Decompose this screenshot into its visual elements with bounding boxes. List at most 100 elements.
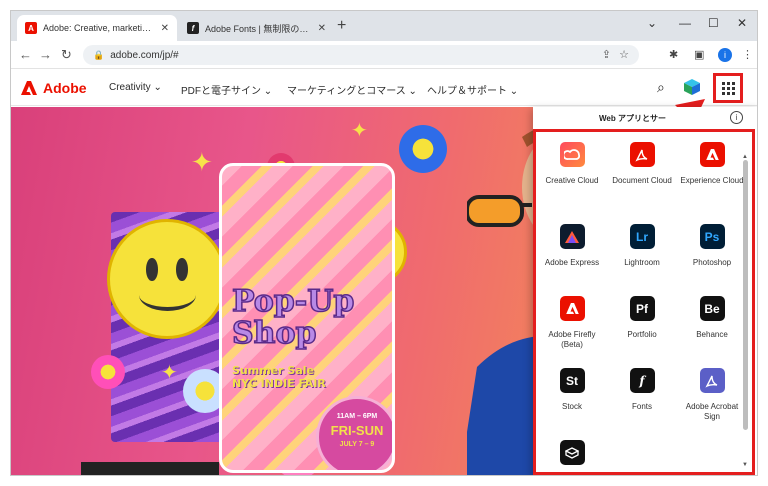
app-switcher-button[interactable] xyxy=(713,73,743,103)
app-label: Fonts xyxy=(631,402,652,411)
app-label: Adobe Firefly (Beta) xyxy=(548,330,596,349)
acrobat-sign-icon xyxy=(699,368,725,393)
apps-panel-heading: Web アプリとサー xyxy=(599,114,666,123)
box-icon xyxy=(559,440,585,465)
search-icon[interactable]: ⌕ xyxy=(657,79,665,96)
creative-cloud-icon xyxy=(559,142,585,167)
forward-arrow-icon[interactable]: → xyxy=(39,47,52,62)
hero-subtitle: Summer Sale NYC INDIE FAIR xyxy=(232,364,326,390)
tab-adobe[interactable]: A Adobe: Creative, marketing and ✕ xyxy=(17,15,177,41)
apps-grid: Creative Cloud Document Cloud Experience… xyxy=(533,129,755,475)
tab-title: Adobe Fonts | 無制限のフォントを無 xyxy=(205,23,312,34)
share-icon[interactable]: ⇪ xyxy=(602,48,611,61)
app-document-cloud[interactable]: Document Cloud xyxy=(606,142,678,186)
adobe-header: Adobe Creativity ⌄ PDFと電子サイン ⌄ マーケティングとコ… xyxy=(11,70,757,106)
app-portfolio[interactable]: Pf Portfolio xyxy=(606,296,678,340)
panel-scrollbar[interactable] xyxy=(743,160,748,430)
app-acrobat-sign[interactable]: Adobe Acrobat Sign xyxy=(676,368,748,422)
nav-help-support[interactable]: ヘルプ＆サポート ⌄ xyxy=(427,82,518,97)
minimize-button[interactable]: — xyxy=(679,16,691,30)
reload-icon[interactable]: ↻ xyxy=(61,47,72,63)
document-cloud-icon xyxy=(629,142,655,167)
app-adobe-express[interactable]: Adobe Express xyxy=(536,224,608,268)
nav-creativity[interactable]: Creativity ⌄ xyxy=(109,82,162,93)
profile-avatar[interactable]: i xyxy=(718,48,732,62)
browser-toolbar: ← → ↻ 🔒 adobe.com/jp/# ⇪ ☆ ✱ ▣ i ⋮ xyxy=(11,41,757,69)
app-label: Document Cloud xyxy=(612,176,672,185)
event-time-badge: 11AM – 6PM FRI-SUN JULY 7 – 9 xyxy=(316,396,392,470)
portfolio-icon: Pf xyxy=(629,296,655,321)
lock-icon: 🔒 xyxy=(93,49,105,60)
app-label: Lightroom xyxy=(624,258,660,267)
hero-title: Pop-Up Shop xyxy=(231,284,355,351)
behance-icon: Be xyxy=(699,296,725,321)
app-photoshop[interactable]: Ps Photoshop xyxy=(676,224,748,268)
tab-title: Adobe: Creative, marketing and xyxy=(43,23,155,33)
app-behance[interactable]: Be Behance xyxy=(676,296,748,340)
pop-up-shop-card: Pop-Up Shop Summer Sale NYC INDIE FAIR 1… xyxy=(219,163,395,473)
app-label: Adobe Acrobat Sign xyxy=(685,402,739,421)
filmstrip-graphic xyxy=(81,462,219,475)
brand-name: Adobe xyxy=(43,80,87,96)
event-days: FRI-SUN xyxy=(330,423,384,438)
close-tab-icon[interactable]: ✕ xyxy=(161,23,169,34)
app-label: Creative Cloud xyxy=(545,176,599,185)
adobe-logo-icon xyxy=(21,81,37,95)
apps-panel: Web アプリとサー i Creative Cloud Document Clo… xyxy=(533,107,757,475)
experience-cloud-icon xyxy=(699,142,725,167)
fonts-icon: f xyxy=(629,368,655,393)
url-text: adobe.com/jp/# xyxy=(110,49,179,61)
lightroom-icon: Lr xyxy=(629,224,655,249)
adobe-logo[interactable]: Adobe xyxy=(21,80,87,96)
app-stock[interactable]: St Stock xyxy=(536,368,608,412)
tab-adobe-fonts[interactable]: f Adobe Fonts | 無制限のフォントを無 ✕ xyxy=(179,15,334,41)
maximize-button[interactable]: ☐ xyxy=(708,16,719,30)
hero-subtitle-line2: NYC INDIE FAIR xyxy=(232,377,326,390)
adobe-firefly-icon xyxy=(559,296,585,321)
adobe-fonts-favicon: f xyxy=(187,22,199,34)
stock-icon: St xyxy=(559,368,585,393)
photoshop-icon: Ps xyxy=(699,224,725,249)
grid-icon xyxy=(721,81,735,95)
side-panel-icon[interactable]: ▣ xyxy=(694,48,704,61)
hero-subtitle-line1: Summer Sale xyxy=(232,364,314,377)
adobe-express-icon xyxy=(559,224,585,249)
sparkle-graphic: ✦ xyxy=(161,362,178,384)
tab-search-chevron-icon[interactable]: ⌄ xyxy=(647,16,657,30)
adobe-favicon: A xyxy=(25,22,37,34)
app-label: Behance xyxy=(696,330,728,339)
event-time: 11AM – 6PM xyxy=(336,413,378,420)
app-fonts[interactable]: f Fonts xyxy=(606,368,678,412)
app-adobe-firefly[interactable]: Adobe Firefly (Beta) xyxy=(536,296,608,350)
experience-cube-icon[interactable] xyxy=(683,78,701,96)
extensions-puzzle-icon[interactable]: ✱ xyxy=(669,48,678,61)
sparkle-graphic: ✦ xyxy=(351,120,368,142)
app-label: Experience Cloud xyxy=(680,176,744,185)
sparkle-graphic: ✦ xyxy=(191,147,213,177)
info-icon[interactable]: i xyxy=(730,111,743,124)
new-tab-button[interactable]: + xyxy=(337,17,346,35)
blue-flower-graphic xyxy=(399,125,447,173)
app-box[interactable] xyxy=(536,440,608,465)
back-arrow-icon[interactable]: ← xyxy=(19,47,32,62)
app-label: Photoshop xyxy=(692,258,732,267)
pink-flower-graphic xyxy=(91,355,125,389)
kebab-menu-icon[interactable]: ⋮ xyxy=(742,48,753,61)
app-label: Adobe Express xyxy=(544,258,600,267)
scroll-down-arrow-icon[interactable]: ▼ xyxy=(742,462,748,468)
bookmark-star-icon[interactable]: ☆ xyxy=(619,48,629,61)
app-lightroom[interactable]: Lr Lightroom xyxy=(606,224,678,268)
app-label: Portfolio xyxy=(627,330,657,339)
smiley-face-graphic xyxy=(107,219,227,339)
event-dates: JULY 7 – 9 xyxy=(339,441,375,448)
address-bar[interactable]: 🔒 adobe.com/jp/# ⇪ ☆ xyxy=(83,45,639,65)
nav-marketing-commerce[interactable]: マーケティングとコマース ⌄ xyxy=(287,82,417,97)
close-window-button[interactable]: ✕ xyxy=(737,16,747,30)
app-label: Stock xyxy=(561,402,582,411)
browser-window: A Adobe: Creative, marketing and ✕ f Ado… xyxy=(10,10,758,476)
nav-pdf-esign[interactable]: PDFと電子サイン ⌄ xyxy=(181,82,272,97)
app-experience-cloud[interactable]: Experience Cloud xyxy=(676,142,748,186)
close-tab-icon[interactable]: ✕ xyxy=(318,23,326,34)
app-creative-cloud[interactable]: Creative Cloud xyxy=(536,142,608,186)
tab-bar: A Adobe: Creative, marketing and ✕ f Ado… xyxy=(11,11,757,41)
